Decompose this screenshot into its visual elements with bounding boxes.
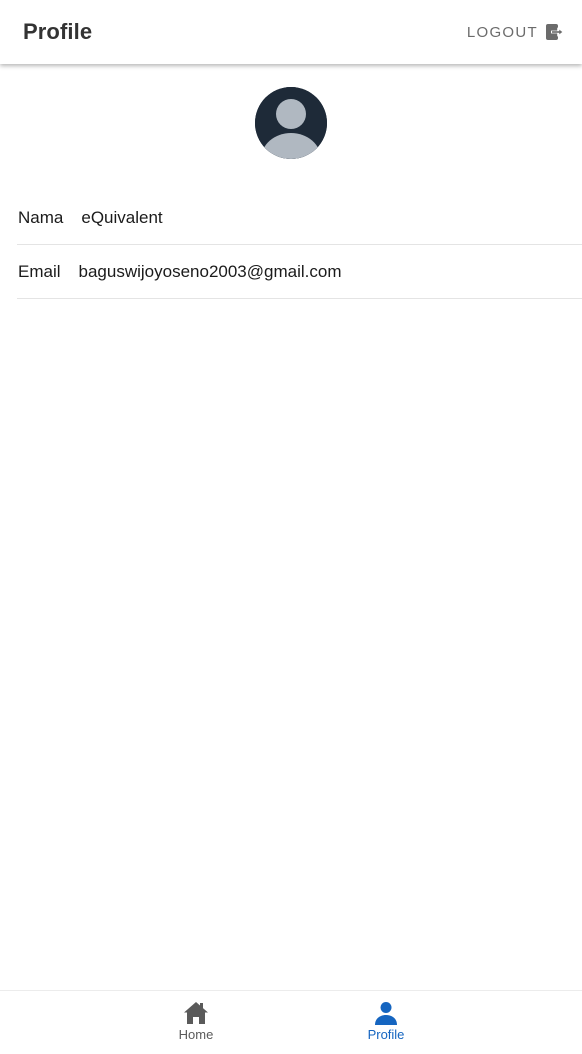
logout-label: LOGOUT (466, 23, 538, 41)
name-label: Nama (18, 207, 64, 227)
email-label: Email (18, 261, 61, 281)
logout-button[interactable]: LOGOUT (467, 23, 566, 41)
person-icon (375, 1002, 397, 1025)
profile-screen: Profile LOGOUT Nama eQuivalent Email bag… (0, 0, 582, 1054)
email-value: baguswijoyoseno2003@gmail.com (78, 261, 342, 281)
bottom-navigation: Home Profile (0, 990, 582, 1054)
nav-label-profile: Profile (367, 1027, 405, 1042)
home-icon (184, 1002, 208, 1024)
user-avatar-icon (255, 87, 327, 159)
app-bar: Profile LOGOUT (0, 0, 582, 64)
page-title: Profile (23, 19, 93, 44)
nav-item-profile[interactable]: Profile (326, 991, 446, 1054)
avatar (255, 87, 327, 159)
nav-label-home: Home (178, 1027, 214, 1042)
name-value: eQuivalent (81, 207, 163, 227)
nav-item-home[interactable]: Home (136, 991, 256, 1054)
profile-info-list: Nama eQuivalent Email baguswijoyoseno200… (17, 191, 582, 299)
logout-icon (546, 24, 565, 40)
info-row-name: Nama eQuivalent (17, 191, 582, 245)
info-row-email: Email baguswijoyoseno2003@gmail.com (17, 245, 582, 299)
